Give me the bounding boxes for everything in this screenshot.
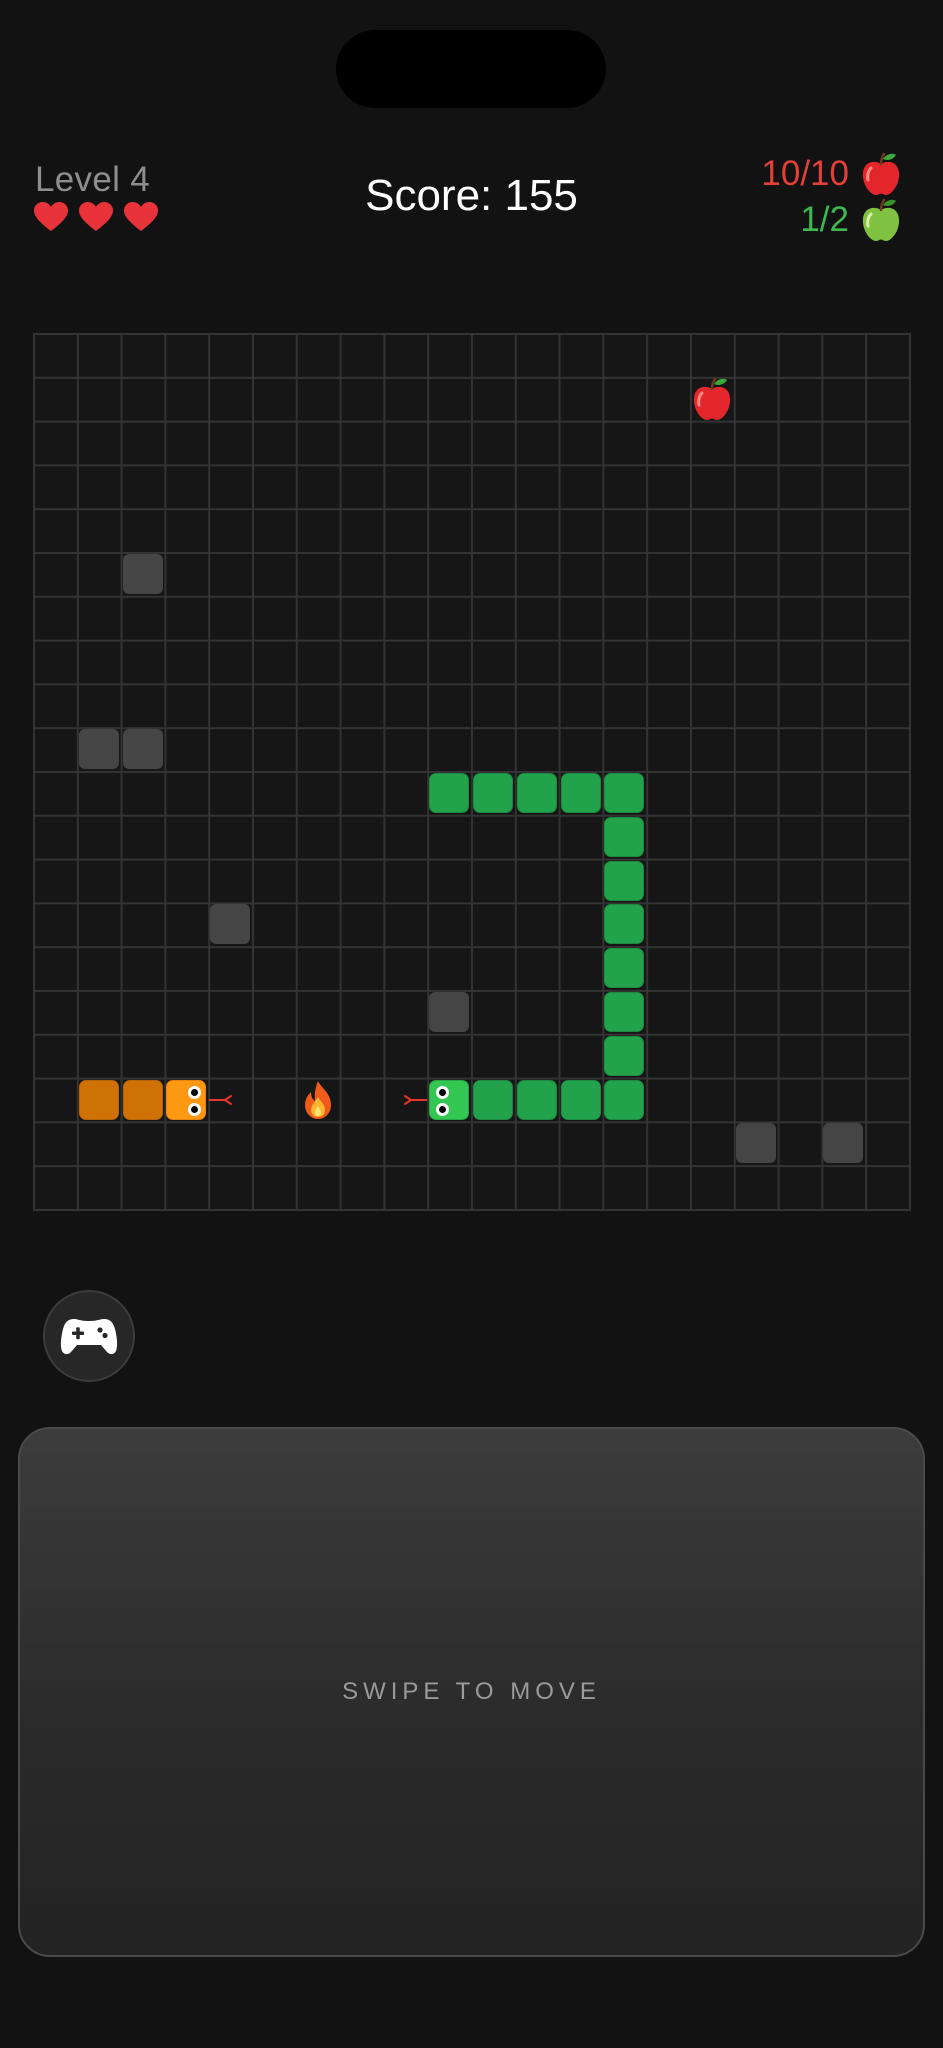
player-snake-segment [516, 1079, 557, 1120]
player-snake-segment [516, 773, 557, 813]
wall-block [78, 729, 119, 770]
swipe-pad[interactable]: SWIPE TO MOVE [18, 1427, 925, 1957]
red-apple-food [693, 377, 731, 420]
wall-block [735, 1123, 776, 1164]
enemy-snake-segment [78, 1079, 119, 1120]
player-snake-segment [604, 992, 645, 1032]
wall-block [210, 904, 251, 945]
green-apple-count: 1/2 [800, 200, 849, 239]
enemy-snake-segment [122, 1079, 163, 1120]
wall-block [122, 554, 163, 594]
player-snake-segment [604, 816, 645, 857]
gamepad-button[interactable] [43, 1290, 135, 1382]
wall-block [429, 992, 470, 1032]
player-snake-segment [560, 773, 601, 813]
dynamic-island [336, 30, 606, 108]
snake-eye [188, 1102, 202, 1116]
wall-block [122, 729, 163, 770]
snake-eye [188, 1085, 202, 1099]
fire-icon [304, 1080, 331, 1119]
wall-block [823, 1123, 864, 1164]
red-apple-icon [862, 152, 900, 195]
green-apple-counter: 1/2 [800, 198, 901, 242]
player-snake-segment [604, 1035, 645, 1076]
player-snake-segment [604, 948, 645, 989]
player-snake-segment [560, 1079, 601, 1120]
swipe-hint: SWIPE TO MOVE [342, 1678, 601, 1705]
player-snake-segment [604, 1079, 645, 1120]
green-apple-icon [862, 198, 900, 241]
gamepad-icon [60, 1319, 118, 1355]
red-apple-counter: 10/10 [761, 152, 901, 196]
snake-eye [436, 1085, 450, 1099]
player-snake-segment [604, 904, 645, 945]
red-apple-count: 10/10 [761, 154, 849, 193]
player-snake-segment [604, 773, 645, 813]
player-snake-segment [473, 773, 513, 813]
snake-tongue [404, 1094, 428, 1105]
player-snake-segment [429, 773, 470, 813]
enemy-snake-head [166, 1079, 207, 1120]
player-snake-segment [604, 860, 645, 901]
game-board[interactable] [33, 333, 911, 1211]
player-snake-head [429, 1079, 470, 1120]
player-snake-segment [473, 1079, 513, 1120]
snake-tongue [209, 1094, 233, 1105]
snake-eye [436, 1102, 450, 1116]
